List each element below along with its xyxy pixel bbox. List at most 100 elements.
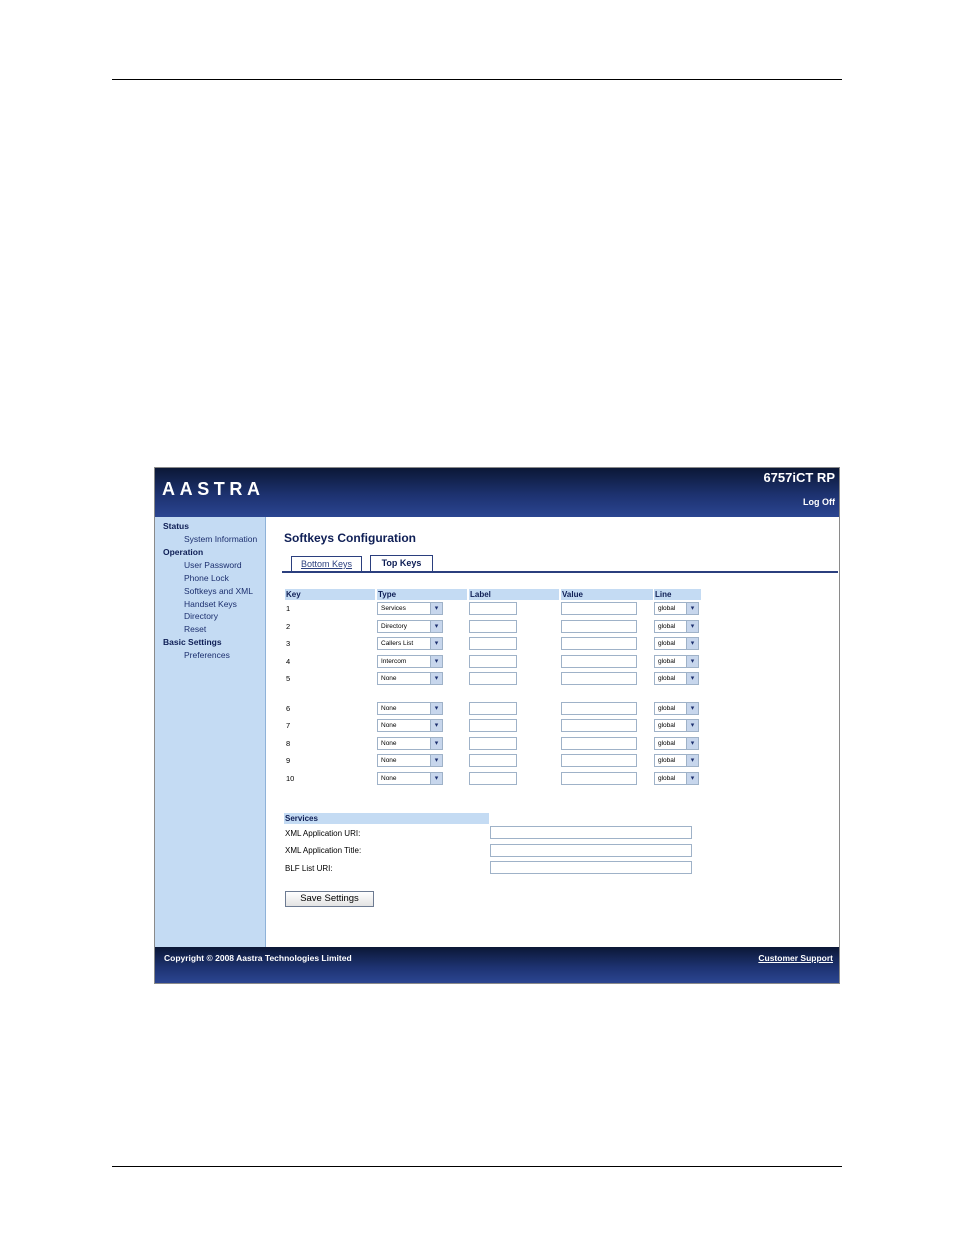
key-number: 4 [286,657,291,666]
column-header-type: Type [377,589,467,600]
sidebar: Status System Information Operation User… [155,517,266,947]
xml-app-title-input[interactable] [490,844,692,857]
customer-support-link[interactable]: Customer Support [758,953,833,963]
label-input[interactable] [469,602,517,615]
chevron-down-icon: ▾ [430,773,442,784]
copyright-text: Copyright © 2008 Aastra Technologies Lim… [164,953,352,963]
type-select[interactable]: None ▾ [377,719,443,732]
column-header-value: Value [561,589,653,600]
chevron-down-icon: ▾ [686,621,698,632]
blf-list-uri-input[interactable] [490,861,692,874]
tab-top-keys[interactable]: Top Keys [370,555,433,572]
chevron-down-icon: ▾ [686,673,698,684]
line-select[interactable]: global ▾ [654,602,699,615]
type-select[interactable]: Directory ▾ [377,620,443,633]
label-input[interactable] [469,719,517,732]
line-select[interactable]: global ▾ [654,702,699,715]
value-input[interactable] [561,719,637,732]
type-select[interactable]: None ▾ [377,702,443,715]
sidebar-item-handset-keys[interactable]: Handset Keys [184,599,237,609]
type-select-value: None [381,757,397,764]
sidebar-item-preferences[interactable]: Preferences [184,650,230,660]
chevron-down-icon: ▾ [430,638,442,649]
sidebar-item-user-password[interactable]: User Password [184,560,242,570]
label-input[interactable] [469,620,517,633]
value-input[interactable] [561,620,637,633]
label-input[interactable] [469,702,517,715]
page-top-rule [112,79,842,80]
label-input[interactable] [469,672,517,685]
type-select-value: None [381,705,397,712]
line-select[interactable]: global ▾ [654,620,699,633]
value-input[interactable] [561,672,637,685]
main-panel: Softkeys Configuration Bottom Keys Top K… [266,517,839,947]
type-select[interactable]: None ▾ [377,737,443,750]
type-select[interactable]: None ▾ [377,754,443,767]
value-input[interactable] [561,702,637,715]
value-input[interactable] [561,637,637,650]
page-title: Softkeys Configuration [284,531,417,545]
value-input[interactable] [561,754,637,767]
line-select[interactable]: global ▾ [654,637,699,650]
line-select-value: global [658,658,676,665]
type-select[interactable]: Callers List ▾ [377,637,443,650]
sidebar-item-phone-lock[interactable]: Phone Lock [184,573,229,583]
type-select[interactable]: None ▾ [377,672,443,685]
label-input[interactable] [469,754,517,767]
line-select-value: global [658,740,676,747]
model-name: 6757iCT RP [763,470,835,485]
key-number: 6 [286,704,291,713]
type-select[interactable]: None ▾ [377,772,443,785]
label-input[interactable] [469,737,517,750]
chevron-down-icon: ▾ [686,703,698,714]
save-settings-button[interactable]: Save Settings [285,891,374,907]
column-header-label: Label [469,589,559,600]
label-input[interactable] [469,637,517,650]
key-number: 10 [286,774,295,783]
column-header-line: Line [654,589,701,600]
screenshot-frame: AASTRA 6757iCT RP Log Off Status System … [154,467,840,984]
chevron-down-icon: ▾ [430,603,442,614]
label-input[interactable] [469,655,517,668]
tab-bottom-keys[interactable]: Bottom Keys [291,556,362,571]
tab-underline [282,571,838,573]
key-number: 8 [286,739,291,748]
footer-bar: Copyright © 2008 Aastra Technologies Lim… [155,947,839,983]
value-input[interactable] [561,772,637,785]
line-select[interactable]: global ▾ [654,772,699,785]
value-input[interactable] [561,737,637,750]
label-input[interactable] [469,772,517,785]
column-header-key: Key [285,589,375,600]
value-input[interactable] [561,602,637,615]
logoff-link[interactable]: Log Off [803,497,835,507]
sidebar-section-basic-settings: Basic Settings [163,637,222,647]
sidebar-item-softkeys-xml[interactable]: Softkeys and XML [184,586,253,596]
chevron-down-icon: ▾ [430,621,442,632]
sidebar-item-directory[interactable]: Directory [184,611,218,621]
type-select-value: Intercom [381,658,407,665]
line-select[interactable]: global ▾ [654,754,699,767]
xml-app-uri-input[interactable] [490,826,692,839]
services-heading: Services [284,813,489,824]
line-select[interactable]: global ▾ [654,737,699,750]
line-select-value: global [658,640,676,647]
type-select[interactable]: Services ▾ [377,602,443,615]
line-select[interactable]: global ▾ [654,719,699,732]
key-number: 1 [286,604,291,613]
chevron-down-icon: ▾ [686,638,698,649]
line-select[interactable]: global ▾ [654,672,699,685]
sidebar-item-system-information[interactable]: System Information [184,534,257,544]
blf-list-uri-label: BLF List URI: [285,864,333,873]
key-number: 7 [286,721,291,730]
chevron-down-icon: ▾ [686,755,698,766]
page-bottom-rule [112,1166,842,1167]
key-number: 3 [286,639,291,648]
line-select[interactable]: global ▾ [654,655,699,668]
value-input[interactable] [561,655,637,668]
type-select-value: None [381,722,397,729]
chevron-down-icon: ▾ [430,720,442,731]
chevron-down-icon: ▾ [686,656,698,667]
line-select-value: global [658,605,676,612]
sidebar-item-reset[interactable]: Reset [184,624,206,634]
type-select[interactable]: Intercom ▾ [377,655,443,668]
